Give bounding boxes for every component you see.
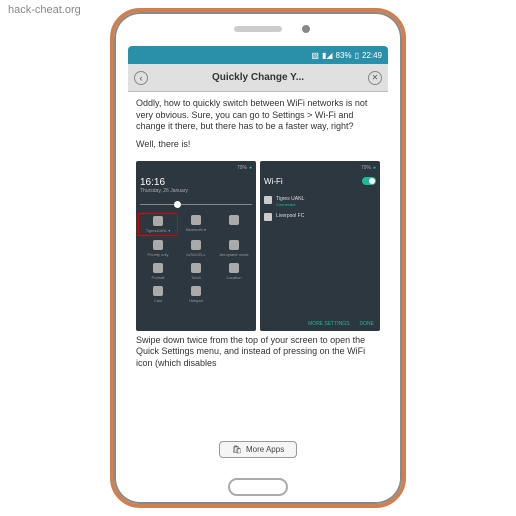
- page-title: Quickly Change Y...: [212, 72, 304, 83]
- qs-tile-cellular[interactable]: IUSACELL: [178, 240, 214, 257]
- battery-glyph-icon: ▯: [355, 51, 359, 60]
- done-button[interactable]: DONE: [360, 321, 374, 327]
- wifi-toggle[interactable]: [362, 177, 376, 185]
- hotspot-icon: [191, 286, 201, 296]
- battery-pct: 79%: [237, 165, 247, 171]
- phone-frame: ▧ ▮◢ 83% ▯ 22:49 ‹ Quickly Change Y... ✕…: [110, 8, 406, 508]
- cast-icon: [153, 286, 163, 296]
- battery-icon: 83%: [336, 51, 352, 60]
- qs-tile-airplane[interactable]: Aeroplane mode: [216, 240, 252, 257]
- qs-tile-torch[interactable]: Torch: [178, 263, 214, 280]
- brightness-slider[interactable]: [140, 204, 252, 205]
- watermark: hack-cheat.org: [8, 4, 81, 16]
- more-apps-label: More Apps: [246, 445, 284, 454]
- torch-icon: [191, 263, 201, 273]
- location-icon: [229, 263, 239, 273]
- qs-date: Thursday, 26 January: [140, 188, 252, 194]
- more-settings-button[interactable]: MORE SETTINGS: [308, 321, 349, 327]
- rotate-icon: [153, 263, 163, 273]
- wifi-signal-icon: [264, 213, 272, 221]
- qs-time: 16:16: [140, 177, 252, 188]
- qs-tile-priority[interactable]: Priority only: [140, 240, 176, 257]
- airplane-icon: [229, 240, 239, 250]
- network-name: Liverpool FC: [276, 213, 304, 219]
- qs-tile-hotspot[interactable]: Hotspot: [178, 286, 214, 303]
- close-button[interactable]: ✕: [368, 71, 382, 85]
- qs-tile-wifi[interactable]: TigresUANL ▾: [138, 213, 178, 236]
- status-bar: ▧ ▮◢ 83% ▯ 22:49: [128, 46, 388, 64]
- network-name: Tigres UANL: [276, 196, 304, 202]
- wifi-icon: [153, 216, 163, 226]
- qs-tile-rotate[interactable]: Portrait: [140, 263, 176, 280]
- quick-settings-grid: TigresUANL ▾ Bluetooth ▾ Priority only I…: [140, 215, 252, 303]
- camera-dot: [302, 25, 310, 33]
- clock: 22:49: [362, 51, 382, 60]
- screen: ▧ ▮◢ 83% ▯ 22:49 ‹ Quickly Change Y... ✕…: [128, 46, 388, 470]
- bag-icon: 🛍: [232, 445, 242, 454]
- more-apps-bar: 🛍 More Apps: [136, 435, 380, 464]
- screenshot-wifi-panel: 79% ● Wi-Fi Tigres UANL: [260, 161, 380, 331]
- qs-tile-location[interactable]: Location: [216, 263, 252, 280]
- wifi-panel-header: Wi-Fi: [264, 177, 376, 186]
- paragraph: Oddly, how to quickly switch between WiF…: [136, 98, 380, 133]
- battery-pct: 79%: [361, 165, 371, 171]
- dnd-icon: [229, 215, 239, 225]
- mini-status-bar: 79% ●: [140, 165, 252, 171]
- mini-status-bar: 79% ●: [264, 165, 376, 171]
- qs-tile[interactable]: [216, 215, 252, 234]
- n-icon: ▧: [311, 51, 319, 60]
- screenshot-row: 79% ● 16:16 Thursday, 26 January TigresU…: [136, 161, 380, 331]
- avatar-icon: ●: [249, 165, 252, 171]
- cellular-icon: [191, 240, 201, 250]
- speaker: [234, 26, 282, 32]
- qs-tile-bluetooth[interactable]: Bluetooth ▾: [178, 215, 214, 234]
- app-header: ‹ Quickly Change Y... ✕: [128, 64, 388, 92]
- wifi-network-item[interactable]: Tigres UANL Connected: [264, 196, 376, 207]
- wifi-signal-icon: [264, 196, 272, 204]
- paragraph: Well, there is!: [136, 139, 380, 151]
- qs-tile-cast[interactable]: Cast: [140, 286, 176, 303]
- home-button[interactable]: [228, 478, 288, 496]
- wifi-network-item[interactable]: Liverpool FC: [264, 213, 376, 221]
- back-button[interactable]: ‹: [134, 71, 148, 85]
- bluetooth-icon: [191, 215, 201, 225]
- screenshot-quicksettings: 79% ● 16:16 Thursday, 26 January TigresU…: [136, 161, 256, 331]
- network-status: Connected: [276, 202, 304, 207]
- avatar-icon: ●: [373, 165, 376, 171]
- signal-icon: ▮◢: [322, 51, 333, 60]
- more-apps-button[interactable]: 🛍 More Apps: [219, 441, 297, 458]
- wifi-panel-footer: MORE SETTINGS DONE: [308, 321, 374, 327]
- phone-screen-bezel: ▧ ▮◢ 83% ▯ 22:49 ‹ Quickly Change Y... ✕…: [128, 46, 388, 470]
- wifi-title: Wi-Fi: [264, 177, 283, 186]
- article-content: Oddly, how to quickly switch between WiF…: [128, 92, 388, 470]
- paragraph: Swipe down twice from the top of your sc…: [136, 335, 380, 370]
- wifi-network-list: Tigres UANL Connected Liverpool FC: [264, 196, 376, 221]
- priority-icon: [153, 240, 163, 250]
